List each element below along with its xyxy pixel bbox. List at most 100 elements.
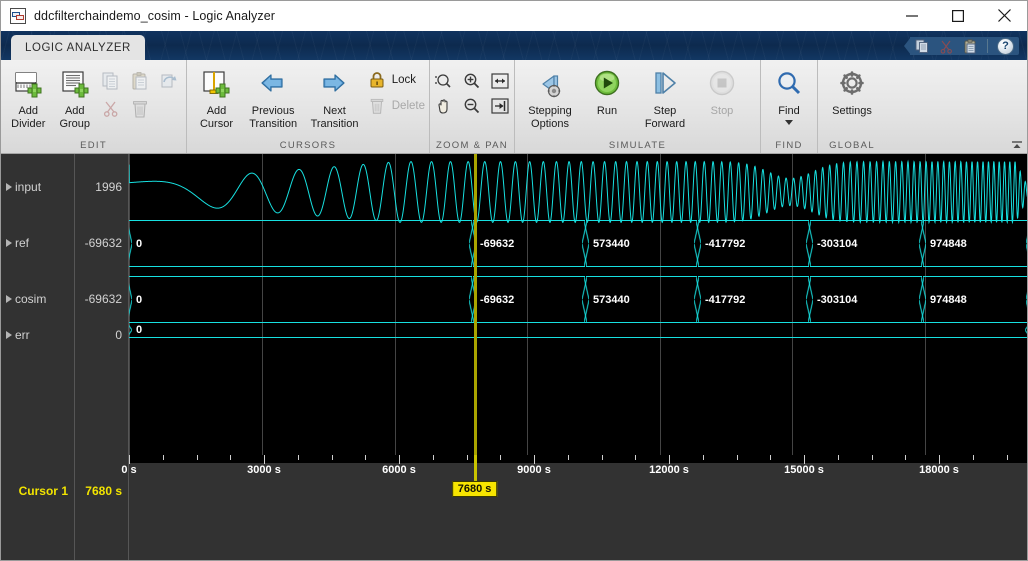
ribbon-group-title-global: GLOBAL — [818, 138, 886, 153]
cursor-time-label: 7680 s — [85, 455, 128, 498]
signal-row-input[interactable]: input — [6, 180, 41, 194]
expand-triangle-icon[interactable] — [6, 295, 12, 303]
axis-tick-label: 18000 s — [919, 464, 959, 476]
bus-segment: -69632 — [473, 220, 585, 267]
zoom-to-end-button[interactable] — [488, 95, 512, 117]
axis-tick-minor — [770, 455, 771, 460]
time-axis[interactable]: 0 s3000 s6000 s9000 s12000 s15000 s18000… — [129, 455, 1027, 560]
axis-tick-minor — [1007, 455, 1008, 460]
stop-label: Stop — [711, 105, 734, 118]
add-group-button[interactable]: Add Group — [52, 66, 99, 130]
add-divider-button[interactable]: Add Divider — [5, 66, 52, 130]
bus-segment: 974848 — [923, 220, 1027, 267]
axis-tick-label: 3000 s — [247, 464, 281, 476]
axis-tick-minor — [332, 455, 333, 460]
ribbon-group-title-zoom-pan: ZOOM & PAN — [430, 138, 514, 153]
next-transition-button[interactable]: Next Transition — [304, 66, 364, 130]
zoom-out-button[interactable] — [460, 95, 484, 117]
waveform-err: 0 — [129, 322, 1027, 338]
step-forward-button[interactable]: Step Forward — [633, 66, 697, 130]
ribbon-tab-strip: LOGIC ANALYZER — [1, 31, 1027, 60]
quick-access-separator — [987, 39, 988, 53]
lock-button[interactable]: Lock — [365, 71, 425, 89]
delete-cursor-button[interactable]: Delete — [365, 97, 425, 115]
cursor-time-cell[interactable]: 7680 s — [75, 455, 128, 560]
add-cursor-button[interactable]: Add Cursor — [191, 66, 242, 130]
signal-label-input: input — [15, 180, 41, 194]
axis-tick-major — [669, 455, 670, 464]
cursor-stem[interactable] — [474, 455, 477, 484]
fit-to-view-button[interactable] — [488, 70, 512, 92]
axis-tick-label: 12000 s — [649, 464, 689, 476]
lock-label: Lock — [392, 74, 416, 86]
cut-icon[interactable] — [939, 39, 954, 54]
axis-tick-minor — [838, 455, 839, 460]
signal-label-err: err — [15, 328, 30, 342]
bus-segment: -417792 — [698, 220, 809, 267]
ribbon-group-find: Find FIND — [761, 60, 818, 153]
zoom-in-button[interactable] — [460, 70, 484, 92]
bus-segment: 0 — [129, 322, 1027, 338]
signal-row-err[interactable]: err — [6, 328, 30, 342]
edit-small-buttons — [98, 66, 182, 122]
expand-triangle-icon[interactable] — [6, 183, 12, 191]
quick-access-toolbar: ? — [904, 34, 1019, 58]
undo-button[interactable] — [156, 68, 182, 94]
settings-label: Settings — [832, 105, 872, 118]
previous-transition-label: Previous Transition — [249, 105, 297, 130]
tab-logic-analyzer[interactable]: LOGIC ANALYZER — [11, 35, 145, 60]
axis-tick-minor — [298, 455, 299, 460]
help-icon[interactable]: ? — [997, 38, 1014, 55]
bus-segment-label: -69632 — [480, 294, 514, 306]
previous-transition-button[interactable]: Previous Transition — [242, 66, 304, 130]
expand-triangle-icon[interactable] — [6, 239, 12, 247]
cursor-line[interactable] — [474, 154, 477, 455]
chevron-down-icon[interactable] — [785, 120, 793, 125]
waveform-plot[interactable]: 0-69632573440-417792-303104974848 0-6963… — [129, 154, 1027, 455]
signal-value-column: 1996 -69632 -69632 0 — [75, 154, 128, 455]
stop-button[interactable]: Stop — [697, 66, 747, 118]
stop-icon — [706, 69, 738, 101]
settings-gear-icon — [836, 69, 868, 101]
logic-analyzer-window: ddcfilterchaindemo_cosim - Logic Analyze… — [0, 0, 1028, 561]
paste-icon[interactable] — [963, 39, 978, 54]
bus-segment: -303104 — [810, 276, 922, 323]
previous-transition-icon — [257, 69, 289, 101]
step-forward-icon — [649, 69, 681, 101]
collapse-ribbon-icon[interactable] — [1009, 137, 1025, 152]
cursor-time-flag[interactable]: 7680 s — [452, 481, 498, 497]
maximize-button[interactable] — [935, 1, 981, 31]
ribbon-group-title-find: FIND — [761, 138, 817, 153]
axis-tick-minor — [230, 455, 231, 460]
signal-names-panel: input ref cosim err — [1, 154, 129, 455]
find-button[interactable]: Find — [765, 66, 813, 125]
find-label: Find — [778, 105, 799, 118]
find-icon — [773, 69, 805, 101]
delete-button[interactable] — [127, 96, 153, 122]
axis-tick-minor — [433, 455, 434, 460]
zoom-region-button[interactable] — [432, 70, 456, 92]
stepping-options-button[interactable]: Stepping Options — [519, 66, 581, 130]
close-button[interactable] — [981, 1, 1027, 31]
copy-button[interactable] — [98, 68, 124, 94]
paste-button[interactable] — [127, 68, 153, 94]
axis-tick-minor — [568, 455, 569, 460]
bus-segment-label: -303104 — [817, 238, 857, 250]
run-button[interactable]: Run — [581, 66, 633, 118]
ribbon-group-simulate: Stepping Options Run — [515, 60, 761, 153]
next-transition-icon — [319, 69, 351, 101]
bus-segment: 0 — [129, 276, 472, 323]
cursor-name-cell[interactable]: Cursor 1 — [1, 455, 75, 560]
signal-row-ref[interactable]: ref — [6, 236, 29, 250]
copy-icon[interactable] — [915, 39, 930, 54]
expand-triangle-icon[interactable] — [6, 331, 12, 339]
bus-segment-label: 0 — [136, 294, 142, 306]
settings-button[interactable]: Settings — [822, 66, 882, 118]
pan-button[interactable] — [432, 95, 456, 117]
minimize-button[interactable] — [889, 1, 935, 31]
bus-segment: 0 — [129, 220, 472, 267]
axis-tick-minor — [635, 455, 636, 460]
cut-button[interactable] — [98, 96, 124, 122]
signal-value-cosim: -69632 — [85, 292, 122, 306]
signal-row-cosim[interactable]: cosim — [6, 292, 46, 306]
